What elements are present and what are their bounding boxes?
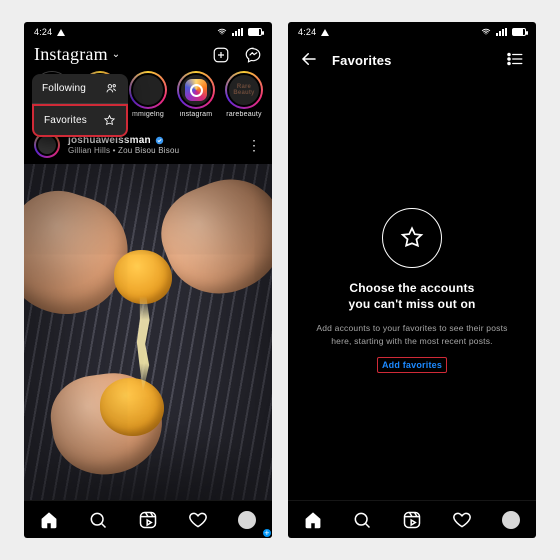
nav-profile[interactable] bbox=[501, 510, 521, 530]
empty-state: Choose the accounts you can't miss out o… bbox=[288, 81, 536, 500]
nav-reels[interactable] bbox=[402, 510, 422, 530]
dropdown-favorites[interactable]: Favorites bbox=[32, 104, 128, 137]
dropdown-following[interactable]: Following bbox=[32, 74, 128, 104]
page-title: Favorites bbox=[332, 53, 392, 68]
nav-search[interactable] bbox=[352, 510, 372, 530]
nav-home[interactable] bbox=[303, 510, 323, 530]
wifi-icon bbox=[481, 27, 491, 37]
wifi-icon bbox=[217, 27, 227, 37]
messenger-button[interactable] bbox=[244, 46, 262, 64]
nav-reels[interactable] bbox=[138, 510, 158, 530]
nav-profile[interactable] bbox=[237, 510, 257, 530]
bottom-nav bbox=[288, 500, 536, 538]
empty-heading: Choose the accounts you can't miss out o… bbox=[348, 280, 475, 312]
battery-icon bbox=[512, 28, 526, 36]
bottom-nav bbox=[24, 500, 272, 538]
battery-icon bbox=[248, 28, 262, 36]
post-more-button[interactable]: ⋮ bbox=[247, 137, 262, 154]
manage-list-button[interactable] bbox=[506, 50, 524, 71]
brand-dropdown[interactable]: Instagram ⌄ bbox=[34, 44, 120, 65]
post-author-block[interactable]: joshuaweissman Gillian Hills • Zou Bisou… bbox=[68, 135, 179, 155]
favorites-header: Favorites bbox=[288, 40, 536, 81]
chevron-down-icon: ⌄ bbox=[112, 49, 121, 60]
nav-activity[interactable] bbox=[188, 510, 208, 530]
app-header: Instagram ⌄ bbox=[24, 40, 272, 71]
dropdown-following-label: Following bbox=[42, 83, 86, 94]
status-caret-icon bbox=[57, 29, 65, 36]
status-bar: 4:24 bbox=[24, 22, 272, 40]
post-media[interactable] bbox=[24, 164, 272, 500]
story-item[interactable]: instagram bbox=[176, 71, 216, 118]
brand-wordmark: Instagram bbox=[34, 44, 108, 65]
verified-icon bbox=[155, 136, 164, 145]
empty-body: Add accounts to your favorites to see th… bbox=[306, 322, 518, 348]
signal-icon bbox=[232, 28, 243, 36]
nav-home[interactable] bbox=[39, 510, 59, 530]
nav-activity[interactable] bbox=[452, 510, 472, 530]
header-actions bbox=[212, 46, 262, 64]
add-favorites-link[interactable]: Add favorites bbox=[377, 357, 447, 373]
status-caret-icon bbox=[321, 29, 329, 36]
back-button[interactable] bbox=[300, 50, 318, 71]
status-time: 4:24 bbox=[34, 27, 52, 37]
phone-favorites: 4:24 Favorites Choose the accounts bbox=[288, 22, 536, 538]
dropdown-favorites-label: Favorites bbox=[44, 115, 87, 126]
status-bar: 4:24 bbox=[288, 22, 536, 40]
star-circle-icon bbox=[382, 208, 442, 268]
comparison-stage: 4:24 Instagram ⌄ bbox=[0, 0, 560, 560]
feed-dropdown: Following Favorites bbox=[32, 74, 128, 137]
star-icon bbox=[103, 114, 116, 127]
people-icon bbox=[105, 82, 118, 95]
post-audio: Gillian Hills • Zou Bisou Bisou bbox=[68, 146, 179, 155]
story-item[interactable]: RareBeauty rarebeauty bbox=[224, 71, 264, 118]
phone-feed: 4:24 Instagram ⌄ bbox=[24, 22, 272, 538]
nav-search[interactable] bbox=[88, 510, 108, 530]
new-post-button[interactable] bbox=[212, 46, 230, 64]
signal-icon bbox=[496, 28, 507, 36]
status-time: 4:24 bbox=[298, 27, 316, 37]
story-item[interactable]: mmigelng bbox=[128, 71, 168, 118]
